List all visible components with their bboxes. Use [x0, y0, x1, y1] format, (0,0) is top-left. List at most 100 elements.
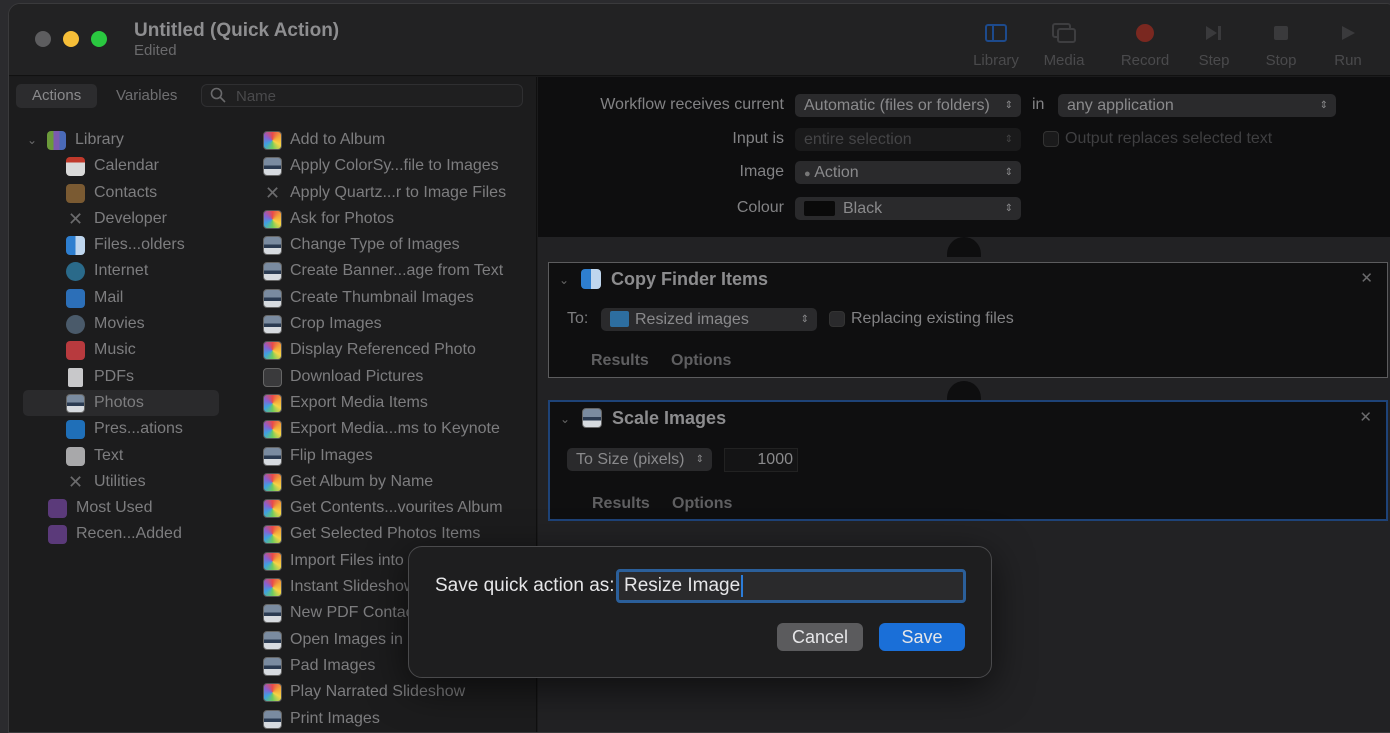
scale-mode-popup[interactable]: To Size (pixels) ⇕	[567, 448, 712, 471]
sidebar-item-files-folders[interactable]: Files...olders	[9, 232, 233, 258]
action-copy-finder-items[interactable]: ⌄ Copy Finder Items ✕ To: Resized images…	[548, 262, 1388, 378]
options-tab[interactable]: Options	[672, 495, 732, 513]
action-list-item[interactable]: Get Contents...vourites Album	[261, 495, 537, 521]
photos-app-icon	[263, 551, 282, 571]
action-list-item[interactable]: Crop Images	[261, 311, 537, 337]
image-popup[interactable]: ● Action ⇕	[795, 161, 1021, 184]
finder-icon	[581, 269, 601, 289]
sidebar-item-utilities[interactable]: ✕ Utilities	[9, 469, 233, 495]
close-icon[interactable]: ✕	[1359, 408, 1372, 426]
run-toolbar-button[interactable]: Run	[1315, 18, 1381, 69]
options-tab[interactable]: Options	[671, 352, 731, 370]
action-label: Instant Slideshow	[290, 578, 416, 596]
chevron-down-icon[interactable]: ⌄	[27, 127, 37, 153]
colour-popup[interactable]: Black ⇕	[795, 197, 1021, 220]
zoom-window-button[interactable]	[91, 31, 107, 47]
library-toolbar-button[interactable]: Library	[963, 18, 1029, 69]
sidebar-item-pdfs[interactable]: PDFs	[9, 364, 233, 390]
photos-app-icon	[263, 341, 282, 361]
photos-app-icon	[263, 393, 282, 413]
action-list-item[interactable]: Apply ColorSy...file to Images	[261, 153, 537, 179]
output-replaces-label: Output replaces selected text	[1065, 130, 1273, 147]
action-list-item[interactable]: Flip Images	[261, 443, 537, 469]
application-popup[interactable]: any application ⇕	[1058, 94, 1336, 117]
action-list-item[interactable]: Get Selected Photos Items	[261, 521, 537, 547]
preview-image-icon	[263, 315, 282, 335]
sidebar-item-music[interactable]: Music	[9, 337, 233, 363]
sidebar-item-contacts[interactable]: Contacts	[9, 180, 233, 206]
sidebar-item-developer[interactable]: ✕ Developer	[9, 206, 233, 232]
workflow-connector	[947, 381, 981, 401]
preview-image-icon	[263, 262, 282, 282]
output-replaces-checkbox[interactable]	[1043, 131, 1059, 147]
sidebar-item-internet[interactable]: Internet	[9, 258, 233, 284]
results-tab[interactable]: Results	[592, 495, 650, 513]
step-toolbar-button[interactable]: Step	[1181, 18, 1247, 69]
cancel-button[interactable]: Cancel	[777, 623, 863, 651]
action-list-item[interactable]: Add to Album	[261, 127, 537, 153]
preview-image-icon	[263, 157, 282, 177]
destination-folder-popup[interactable]: Resized images ⇕	[601, 308, 817, 331]
action-label: Ask for Photos	[290, 209, 395, 227]
action-label: Open Images in	[290, 630, 403, 648]
preview-image-icon	[263, 236, 282, 256]
sidebar-item-photos[interactable]: Photos	[23, 389, 219, 417]
colour-label: Colour	[736, 199, 784, 216]
workflow-settings: Workflow receives current Automatic (fil…	[538, 77, 1390, 237]
sidebar-item-presentations[interactable]: Pres...ations	[9, 416, 233, 442]
action-scale-images[interactable]: ⌄ Scale Images ✕ To Size (pixels) ⇕ 1000…	[548, 400, 1388, 521]
sidebar-item-movies[interactable]: Movies	[9, 311, 233, 337]
replacing-existing-label: Replacing existing files	[851, 310, 1014, 327]
tab-actions[interactable]: Actions	[16, 84, 98, 108]
action-list-item[interactable]: Get Album by Name	[261, 469, 537, 495]
close-icon[interactable]: ✕	[1360, 269, 1373, 287]
input-is-popup[interactable]: entire selection ⇕	[795, 128, 1021, 151]
minimize-window-button[interactable]	[63, 31, 79, 47]
media-toolbar-button[interactable]: Media	[1031, 18, 1097, 69]
chevron-down-icon[interactable]: ⌄	[559, 273, 569, 287]
action-list-item[interactable]: Change Type of Images	[261, 232, 537, 258]
sidebar-item-text[interactable]: Text	[9, 443, 233, 469]
finder-icon	[66, 236, 85, 256]
action-list-item[interactable]: Create Thumbnail Images	[261, 285, 537, 311]
action-label: Change Type of Images	[290, 236, 460, 254]
stop-toolbar-button[interactable]: Stop	[1248, 18, 1314, 69]
action-list-item[interactable]: Create Banner...age from Text	[261, 258, 537, 284]
receives-popup[interactable]: Automatic (files or folders) ⇕	[795, 94, 1021, 117]
search-placeholder: Name	[236, 88, 277, 105]
search-input[interactable]: Name	[201, 84, 523, 107]
photos-app-icon	[263, 683, 282, 703]
replacing-existing-checkbox[interactable]	[829, 311, 845, 327]
action-label: Create Thumbnail Images	[290, 288, 474, 306]
sidebar-item-mail[interactable]: Mail	[9, 285, 233, 311]
chevron-down-icon[interactable]: ⌄	[560, 412, 570, 426]
run-label: Run	[1334, 52, 1362, 69]
action-list-item[interactable]: Ask for Photos	[261, 206, 537, 232]
record-toolbar-button[interactable]: Record	[1112, 18, 1178, 69]
action-list-item[interactable]: Export Media...ms to Keynote	[261, 416, 537, 442]
action-label: Get Selected Photos Items	[290, 525, 481, 543]
tab-variables[interactable]: Variables	[100, 84, 193, 108]
action-label: Create Banner...age from Text	[290, 262, 504, 280]
action-list-item[interactable]: Play Narrated Slideshow	[261, 679, 537, 705]
text-caret	[741, 574, 744, 597]
smart-group-recently-added[interactable]: Recen...Added	[9, 521, 233, 547]
action-list-item[interactable]: Export Media Items	[261, 390, 537, 416]
quick-action-name-input[interactable]: Resize Image	[616, 569, 966, 603]
smart-group-most-used[interactable]: Most Used	[9, 495, 233, 521]
sidebar-item-calendar[interactable]: Calendar	[9, 153, 233, 179]
results-tab[interactable]: Results	[591, 352, 649, 370]
music-icon	[66, 341, 85, 361]
action-list-item[interactable]: Download Pictures	[261, 364, 537, 390]
action-list-item[interactable]: ✕ Apply Quartz...r to Image Files	[261, 180, 537, 206]
library-root[interactable]: ⌄ Library	[9, 127, 233, 153]
updown-chevron-icon: ⇕	[800, 314, 809, 325]
save-button[interactable]: Save	[879, 623, 965, 651]
action-list-item[interactable]: Print Images	[261, 706, 537, 732]
action-label: New PDF Contac	[290, 604, 414, 622]
close-window-button[interactable]	[35, 31, 51, 47]
save-dialog: Save quick action as: Resize Image Cance…	[408, 546, 992, 678]
action-list-item[interactable]: Display Referenced Photo	[261, 337, 537, 363]
size-pixels-input[interactable]: 1000	[724, 448, 798, 472]
save-as-label: Save quick action as:	[435, 575, 615, 596]
